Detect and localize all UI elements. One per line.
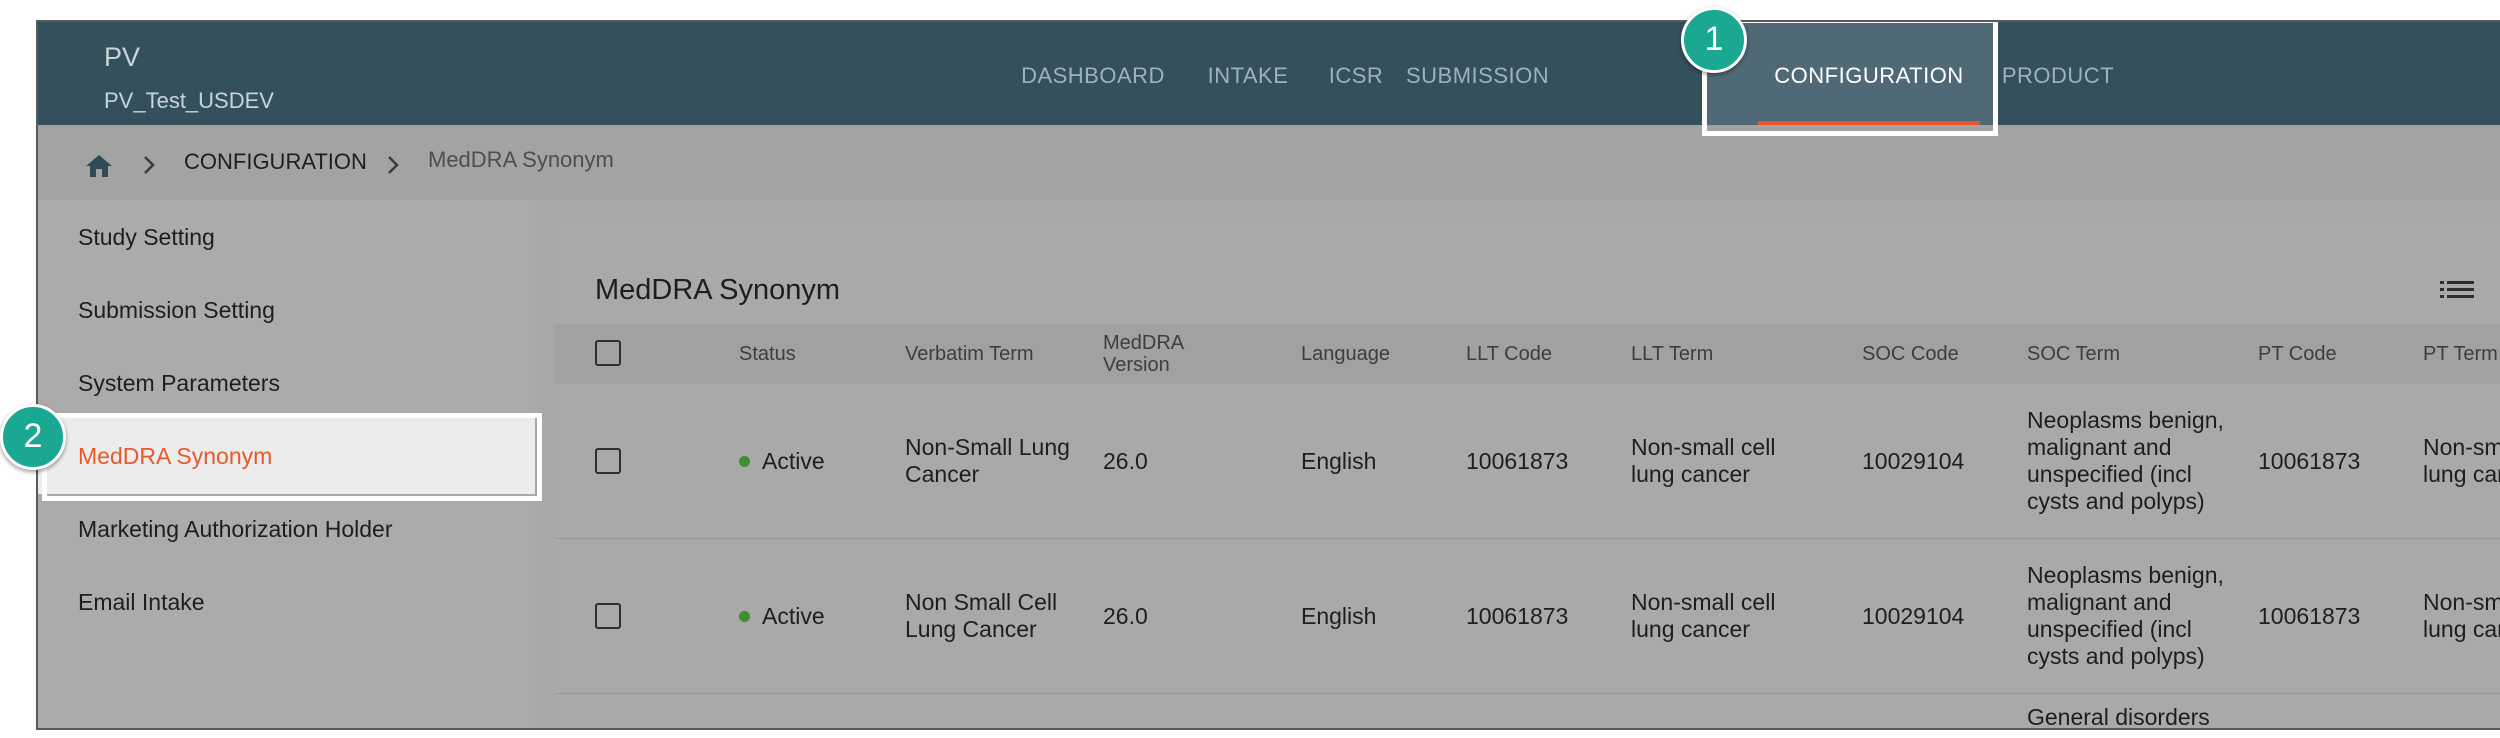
nav-dashboard[interactable]: DASHBOARD: [996, 22, 1190, 125]
soc-code-cell: 10029104: [1862, 602, 1965, 629]
llt-term-cell: Non-small cell lung cancer: [1631, 434, 1776, 487]
status-cell: Active: [739, 384, 825, 538]
table-row[interactable]: General disorders: [555, 694, 2500, 730]
tenant-name: PV_Test_USDEV: [104, 88, 274, 113]
row-checkbox[interactable]: [595, 448, 621, 474]
language-cell: English: [1301, 447, 1377, 474]
pt-code-cell: 10061873: [2258, 447, 2361, 474]
verbatim-term-cell: Non Small Cell Lung Cancer: [905, 589, 1058, 642]
sidebar-item-email-intake[interactable]: Email Intake: [78, 589, 205, 616]
chevron-right-icon: [388, 156, 399, 174]
pt-code-cell: 10061873: [2258, 602, 2361, 629]
soc-term-cell: Neoplasms benign, malignant and unspecif…: [2027, 562, 2224, 669]
table-row[interactable]: Active Non-Small Lung Cancer 26.0 Englis…: [555, 384, 2500, 539]
sidebar-item-study-setting[interactable]: Study Setting: [78, 224, 215, 251]
column-header-status[interactable]: Status: [739, 324, 796, 384]
language-cell: English: [1301, 602, 1377, 629]
nav-submission[interactable]: SUBMISSION: [1406, 22, 1549, 125]
status-dot-icon: [739, 455, 750, 467]
soc-code-cell: 10029104: [1862, 447, 1965, 474]
sidebar-item-marketing-authorization-holder[interactable]: Marketing Authorization Holder: [78, 516, 393, 543]
list-view-icon[interactable]: [2440, 280, 2474, 300]
column-header-llt-term[interactable]: LLT Term: [1631, 324, 1713, 384]
home-icon[interactable]: [84, 153, 114, 179]
meddra-version-cell: 26.0: [1103, 447, 1148, 474]
column-header-soc-code[interactable]: SOC Code: [1862, 324, 1959, 384]
verbatim-term-cell: Non-Small Lung Cancer: [905, 434, 1070, 487]
annotation-badge-1: 1: [1681, 7, 1747, 73]
pt-term-cell: Non-small cell lung cancer: [2423, 589, 2500, 642]
status-text: Active: [762, 447, 825, 474]
row-checkbox[interactable]: [595, 603, 621, 629]
llt-code-cell: 10061873: [1466, 447, 1569, 474]
column-header-meddra-version[interactable]: MedDRA Version: [1103, 324, 1193, 384]
chevron-right-icon: [144, 156, 155, 174]
breadcrumb-current: MedDRA Synonym: [428, 147, 614, 172]
page-title: MedDRA Synonym: [595, 274, 840, 306]
top-navigation-bar: PV PV_Test_USDEV DASHBOARD INTAKE ICSR S…: [38, 22, 2500, 125]
sidebar: Study Setting Submission Setting System …: [38, 200, 535, 728]
sidebar-item-system-parameters[interactable]: System Parameters: [78, 370, 280, 397]
annotation-badge-2: 2: [0, 404, 66, 470]
nav-intake[interactable]: INTAKE: [1190, 22, 1306, 125]
status-dot-icon: [739, 610, 750, 622]
breadcrumb-configuration[interactable]: CONFIGURATION: [184, 149, 367, 175]
app-window: PV PV_Test_USDEV DASHBOARD INTAKE ICSR S…: [36, 20, 2500, 730]
llt-term-cell: Non-small cell lung cancer: [1631, 589, 1776, 642]
column-header-language[interactable]: Language: [1301, 324, 1390, 384]
nav-configuration-label: CONFIGURATION: [1774, 63, 1964, 88]
nav-product[interactable]: PRODUCT: [1998, 22, 2118, 125]
select-all-checkbox[interactable]: [595, 340, 621, 366]
meddra-version-cell: 26.0: [1103, 602, 1148, 629]
soc-term-cell: Neoplasms benign, malignant and unspecif…: [2027, 407, 2224, 514]
column-header-pt-code[interactable]: PT Code: [2258, 324, 2337, 384]
nav-icsr[interactable]: ICSR: [1306, 22, 1406, 125]
llt-code-cell: 10061873: [1466, 602, 1569, 629]
soc-term-cell: General disorders: [2027, 704, 2210, 730]
column-header-llt-code[interactable]: LLT Code: [1466, 324, 1552, 384]
pt-term-cell: Non-small cell lung cancer: [2423, 434, 2500, 487]
status-cell: Active: [739, 539, 825, 693]
column-header-soc-term[interactable]: SOC Term: [2027, 324, 2120, 384]
column-header-verbatim-term[interactable]: Verbatim Term: [905, 324, 1034, 384]
sidebar-item-meddra-synonym[interactable]: MedDRA Synonym: [78, 443, 272, 470]
table-row[interactable]: Active Non Small Cell Lung Cancer 26.0 E…: [555, 539, 2500, 694]
table-header: Status Verbatim Term MedDRA Version Lang…: [555, 324, 2500, 384]
column-header-pt-term[interactable]: PT Term: [2423, 324, 2498, 384]
breadcrumb: CONFIGURATION MedDRA Synonym: [38, 125, 2500, 200]
sidebar-item-submission-setting[interactable]: Submission Setting: [78, 297, 275, 324]
app-brand: PV: [104, 42, 141, 72]
main-panel: MedDRA Synonym Status Verbatim Term MedD…: [555, 222, 2500, 730]
status-text: Active: [762, 602, 825, 629]
